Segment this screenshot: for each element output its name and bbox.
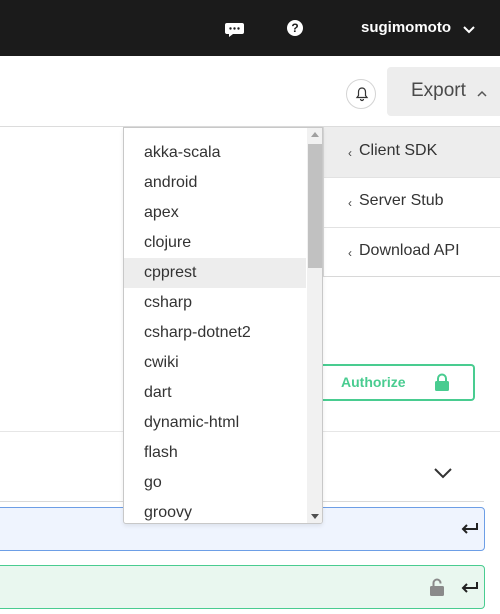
- export-menu-item-client-sdk[interactable]: ‹ Client SDK: [324, 127, 500, 177]
- authorize-button[interactable]: Authorize: [320, 364, 475, 401]
- export-menu-item-download-api[interactable]: ‹ Download API: [324, 227, 500, 277]
- operation-row-post[interactable]: [0, 565, 485, 609]
- scroll-down-arrow-icon[interactable]: [311, 514, 319, 519]
- chevron-down-icon[interactable]: [433, 467, 453, 479]
- chevron-down-icon[interactable]: [463, 26, 475, 34]
- notifications-button[interactable]: [346, 79, 376, 109]
- dropdown-option[interactable]: apex: [124, 198, 306, 228]
- export-menu-label: Download API: [359, 242, 460, 259]
- dropdown-option[interactable]: dynamic-html: [124, 408, 306, 438]
- dropdown-option[interactable]: dart: [124, 378, 306, 408]
- authorize-label: Authorize: [341, 374, 406, 390]
- lock-icon: [435, 373, 449, 391]
- dropdown-option[interactable]: groovy: [124, 498, 306, 523]
- export-menu: ‹ Client SDK ‹ Server Stub ‹ Download AP…: [323, 127, 500, 277]
- dropdown-option[interactable]: csharp: [124, 288, 306, 318]
- export-menu-label: Client SDK: [359, 142, 438, 159]
- scrollbar-thumb[interactable]: [308, 144, 322, 268]
- export-label: Export: [411, 80, 466, 101]
- chat-icon[interactable]: [225, 22, 244, 38]
- chevron-left-icon: ‹: [348, 196, 352, 210]
- chevron-up-icon: [477, 90, 487, 97]
- bell-icon: [355, 87, 369, 102]
- dropdown-option[interactable]: clojure: [124, 228, 306, 258]
- help-icon[interactable]: ?: [287, 20, 303, 36]
- return-icon: [461, 582, 478, 593]
- username-menu[interactable]: sugimomoto: [361, 19, 451, 36]
- dropdown-option[interactable]: android: [124, 168, 306, 198]
- chevron-left-icon: ‹: [348, 246, 352, 260]
- scroll-up-arrow-icon[interactable]: [311, 132, 319, 137]
- dropdown-option[interactable]: go: [124, 468, 306, 498]
- dropdown-option[interactable]: flash: [124, 438, 306, 468]
- dropdown-option-hovered[interactable]: cpprest: [124, 258, 306, 288]
- export-button[interactable]: Export: [387, 67, 500, 116]
- dropdown-option[interactable]: akka-scala: [124, 138, 306, 168]
- export-menu-item-server-stub[interactable]: ‹ Server Stub: [324, 177, 500, 227]
- dropdown-option[interactable]: csharp-dotnet2: [124, 318, 306, 348]
- chevron-left-icon: ‹: [348, 146, 352, 160]
- export-menu-label: Server Stub: [359, 192, 444, 209]
- language-dropdown[interactable]: akka-scala android apex clojure cpprest …: [123, 127, 323, 524]
- dropdown-option[interactable]: cwiki: [124, 348, 306, 378]
- scrollbar[interactable]: [307, 128, 322, 523]
- return-icon: [461, 523, 478, 534]
- top-navbar: ? sugimomoto: [0, 0, 500, 56]
- unlocked-icon[interactable]: [430, 578, 444, 596]
